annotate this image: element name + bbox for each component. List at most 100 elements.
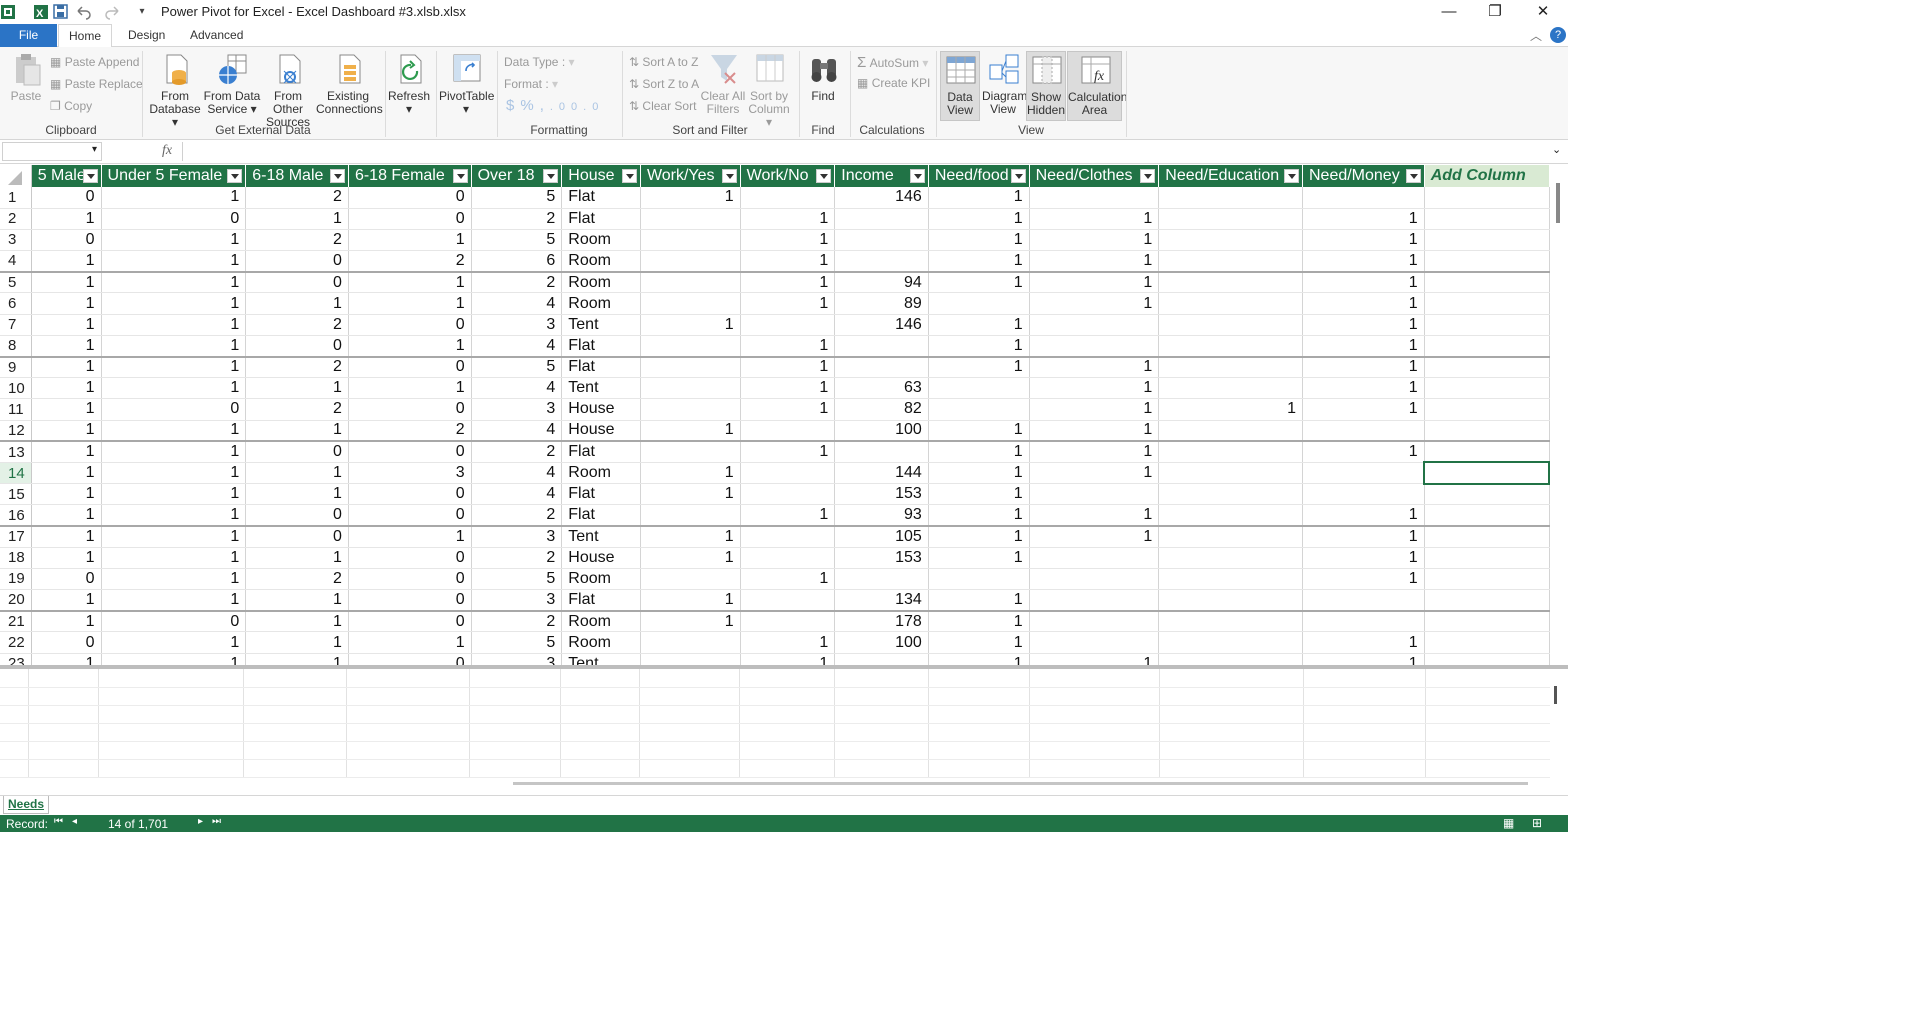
table-cell[interactable]: 1 xyxy=(928,631,1030,654)
table-cell[interactable] xyxy=(1029,187,1160,209)
table-cell[interactable]: 1 xyxy=(101,292,247,315)
table-cell[interactable]: 1 xyxy=(101,526,247,548)
row-number[interactable]: 18 xyxy=(0,547,32,569)
table-cell[interactable] xyxy=(1158,335,1303,358)
table-cell[interactable] xyxy=(1029,483,1160,506)
autosum-button[interactable]: Σ AutoSum ▾ xyxy=(857,54,928,71)
table-cell[interactable]: 0 xyxy=(348,356,472,379)
tab-design[interactable]: Design xyxy=(118,24,175,47)
first-record-icon[interactable]: ⏮ xyxy=(54,816,63,827)
table-cell[interactable]: Room xyxy=(561,271,641,294)
table-cell[interactable]: 4 xyxy=(471,377,563,400)
table-cell[interactable]: 1 xyxy=(928,526,1030,548)
table-cell[interactable] xyxy=(1158,610,1303,633)
pivottable-button[interactable]: PivotTable ▾ xyxy=(439,51,494,116)
paste-button[interactable]: Paste xyxy=(6,51,46,103)
formula-input[interactable] xyxy=(182,142,1547,161)
table-cell[interactable]: 1 xyxy=(740,653,836,665)
table-cell[interactable]: Flat xyxy=(561,504,641,528)
table-cell[interactable]: 0 xyxy=(101,610,247,633)
table-cell[interactable] xyxy=(1029,589,1160,612)
table-cell[interactable]: 5 xyxy=(471,356,563,379)
column-header[interactable]: 6-18 Female xyxy=(348,165,472,187)
table-cell[interactable] xyxy=(1158,187,1303,209)
table-cell[interactable]: 1 xyxy=(1029,398,1160,421)
table-cell[interactable]: 0 xyxy=(348,568,472,591)
paste-append-button[interactable]: ▦ Paste Append xyxy=(50,55,139,69)
table-cell[interactable]: 2 xyxy=(471,547,563,569)
data-view-button[interactable]: Data View xyxy=(940,51,980,121)
table-cell[interactable]: 1 xyxy=(740,208,836,230)
table-cell[interactable] xyxy=(640,504,741,528)
row-number[interactable]: 12 xyxy=(0,420,32,443)
table-cell[interactable]: 5 xyxy=(471,631,563,654)
table-cell[interactable]: 4 xyxy=(471,462,563,485)
table-cell[interactable]: 0 xyxy=(245,441,349,463)
add-column-cell[interactable] xyxy=(1424,504,1550,528)
add-column-cell[interactable] xyxy=(1424,250,1550,273)
diagram-view-button[interactable]: Diagram View xyxy=(982,51,1027,116)
table-cell[interactable]: 100 xyxy=(834,631,929,654)
table-cell[interactable] xyxy=(834,441,929,463)
table-cell[interactable] xyxy=(834,208,929,230)
table-row[interactable]: 12 1 1 1 2 4 House 1 100 1 1 xyxy=(0,420,1550,443)
add-column-cell[interactable] xyxy=(1424,187,1550,209)
table-cell[interactable]: 1 xyxy=(1029,526,1160,548)
table-cell[interactable]: 1 xyxy=(101,483,247,506)
table-cell[interactable]: 0 xyxy=(348,653,472,665)
row-number[interactable]: 4 xyxy=(0,250,32,273)
table-cell[interactable] xyxy=(1158,589,1303,612)
filter-dropdown-icon[interactable] xyxy=(82,169,98,183)
customize-qat-icon[interactable]: ▾ xyxy=(133,3,151,21)
table-cell[interactable]: 1 xyxy=(1029,208,1160,230)
table-cell[interactable]: 1 xyxy=(1158,398,1303,421)
row-number[interactable]: 3 xyxy=(0,229,32,252)
table-cell[interactable] xyxy=(1029,610,1160,633)
table-cell[interactable]: 1 xyxy=(245,208,349,230)
table-cell[interactable]: 3 xyxy=(471,589,563,612)
table-cell[interactable] xyxy=(1029,547,1160,569)
table-cell[interactable] xyxy=(1158,483,1303,506)
row-number[interactable]: 19 xyxy=(0,568,32,591)
table-cell[interactable] xyxy=(640,229,741,252)
table-cell[interactable]: 2 xyxy=(245,568,349,591)
row-number[interactable]: 16 xyxy=(0,504,32,528)
table-cell[interactable]: 1 xyxy=(740,377,836,400)
row-number[interactable]: 10 xyxy=(0,377,32,400)
minimize-icon[interactable]: — xyxy=(1426,0,1472,24)
filter-dropdown-icon[interactable] xyxy=(621,169,637,183)
table-cell[interactable]: 0 xyxy=(245,504,349,528)
table-cell[interactable]: Flat xyxy=(561,483,641,506)
row-number[interactable]: 13 xyxy=(0,441,32,463)
table-cell[interactable]: 0 xyxy=(245,526,349,548)
table-cell[interactable] xyxy=(928,292,1030,315)
table-cell[interactable]: 1 xyxy=(31,653,102,665)
table-cell[interactable]: 89 xyxy=(834,292,929,315)
table-cell[interactable] xyxy=(740,526,836,548)
table-row[interactable]: 23 1 1 1 0 3 Tent 1 1 1 1 xyxy=(0,653,1550,665)
row-number[interactable]: 11 xyxy=(0,398,32,421)
table-cell[interactable]: 4 xyxy=(471,292,563,315)
table-cell[interactable]: 1 xyxy=(245,483,349,506)
tab-advanced[interactable]: Advanced xyxy=(180,24,253,47)
table-cell[interactable] xyxy=(1158,526,1303,548)
table-cell[interactable]: 1 xyxy=(1029,462,1160,485)
table-cell[interactable]: 1 xyxy=(928,420,1030,443)
row-number[interactable]: 15 xyxy=(0,483,32,506)
table-cell[interactable]: 2 xyxy=(245,229,349,252)
table-cell[interactable] xyxy=(1158,377,1303,400)
table-cell[interactable]: 94 xyxy=(834,271,929,294)
filter-dropdown-icon[interactable] xyxy=(909,169,925,183)
table-cell[interactable]: 1 xyxy=(640,420,741,443)
find-button[interactable]: Find xyxy=(803,51,843,103)
table-row[interactable]: 17 1 1 0 1 3 Tent 1 105 1 1 1 xyxy=(0,526,1550,548)
table-cell[interactable]: 1 xyxy=(1029,441,1160,463)
table-row[interactable]: 7 1 1 2 0 3 Tent 1 146 1 1 xyxy=(0,314,1550,336)
table-cell[interactable]: 1 xyxy=(1302,271,1425,294)
table-cell[interactable]: 1 xyxy=(1029,377,1160,400)
table-row[interactable]: 19 0 1 2 0 5 Room 1 1 xyxy=(0,568,1550,591)
add-column-cell[interactable] xyxy=(1424,377,1550,400)
table-cell[interactable] xyxy=(834,335,929,358)
fx-icon[interactable]: fx xyxy=(162,143,172,159)
table-cell[interactable]: 1 xyxy=(31,356,102,379)
